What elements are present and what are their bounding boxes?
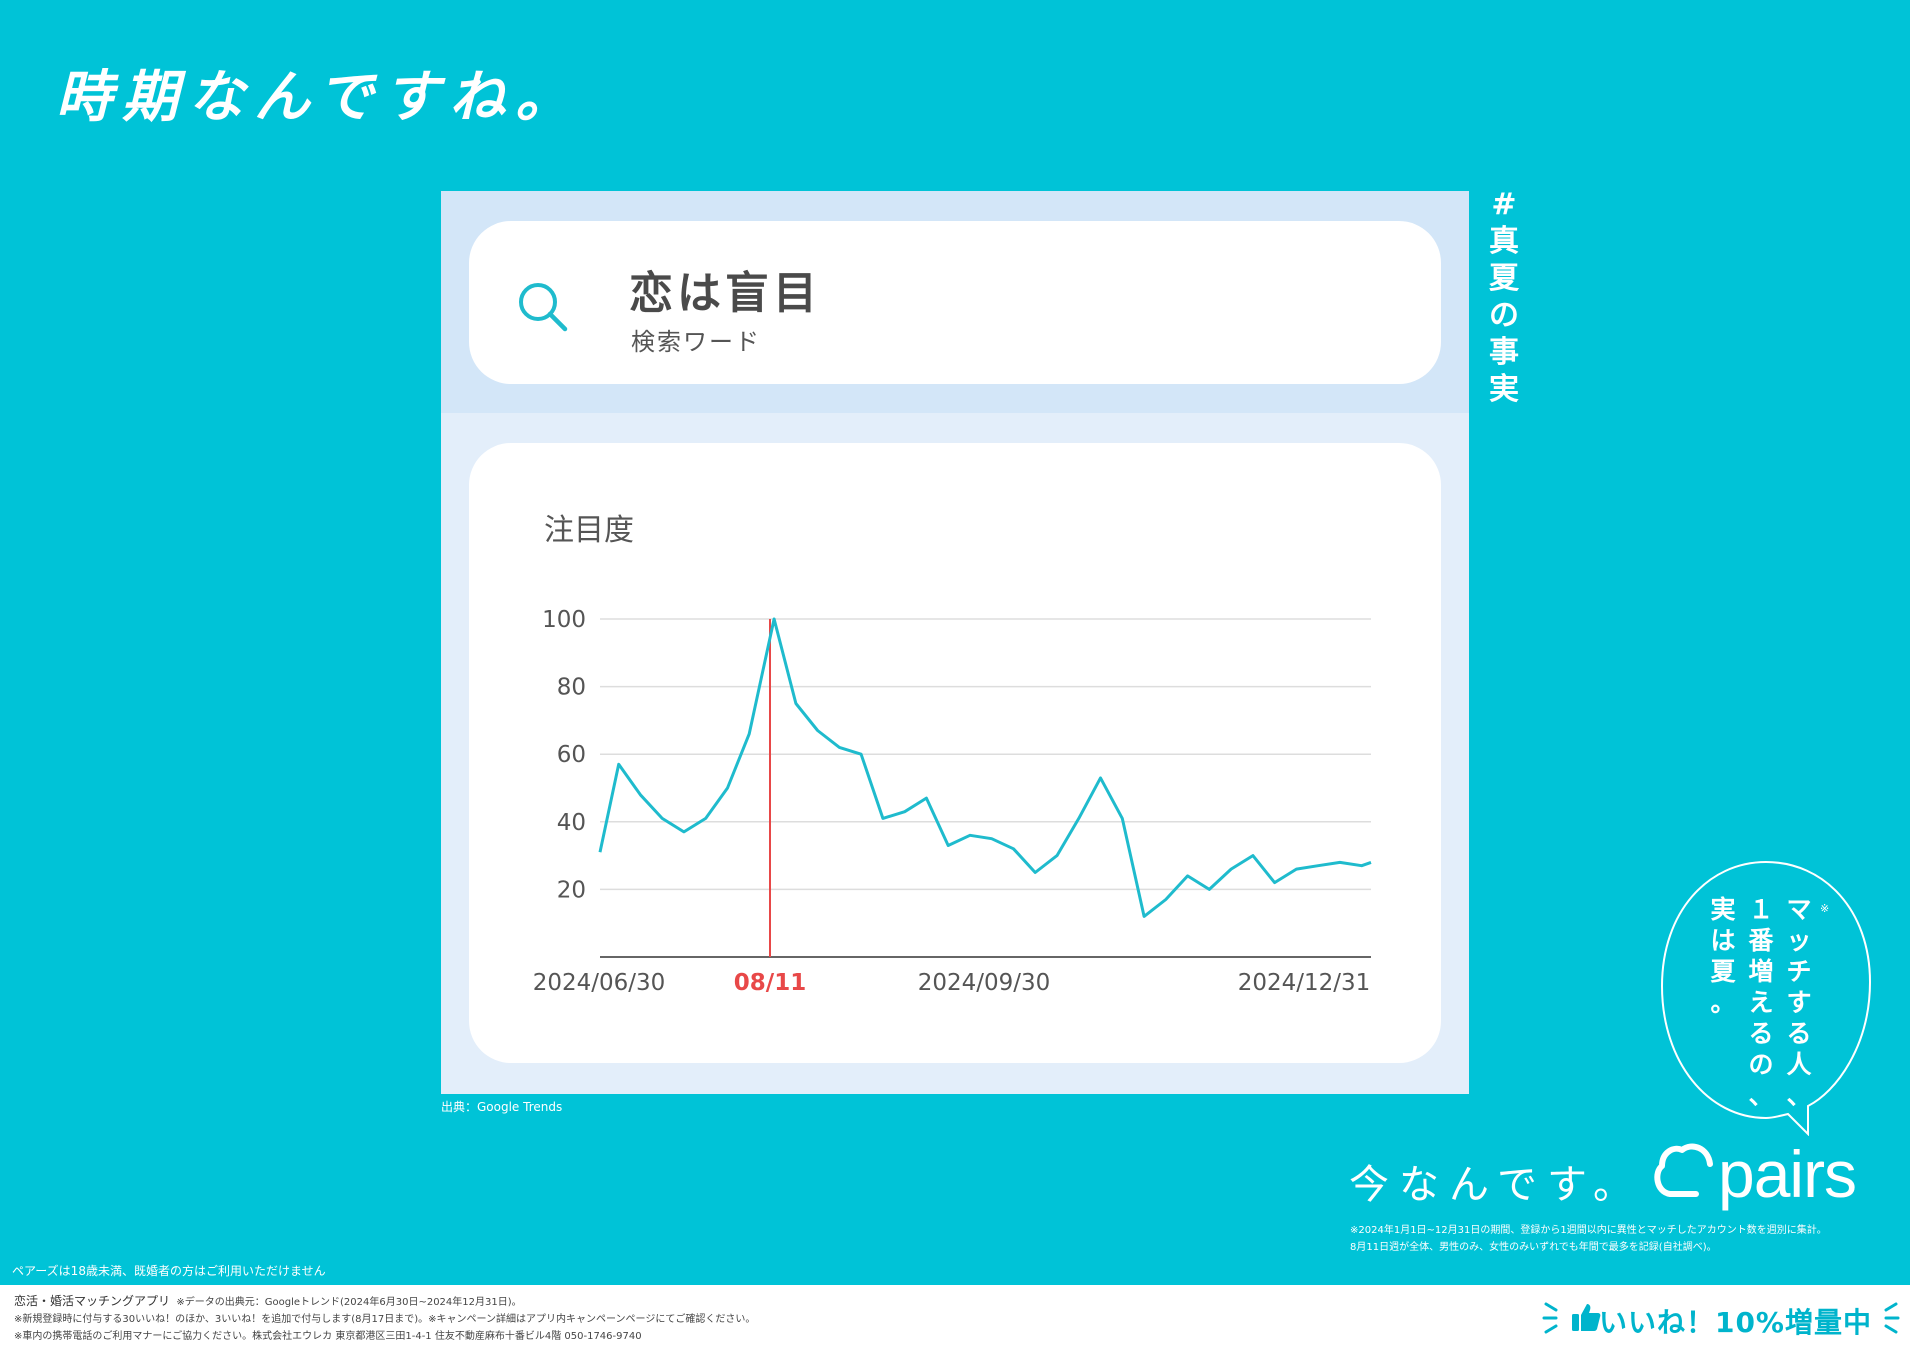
- trend-chart: 注目度 20 40 60 80 100 2024/06/30 08/11 2024/09/30 2…: [533, 513, 1372, 996]
- hashtag-char: 事: [1489, 335, 1519, 370]
- sparkle-right-icon: [1884, 1302, 1900, 1334]
- note-right-line-2: 8月11日週が全体、男性のみ、女性のみいずれでも年間で最多を記録(自社調べ)。: [1350, 1242, 1717, 1253]
- footer-lead: 恋活・婚活マッチングアプリ: [14, 1294, 171, 1308]
- tagline: 今なんです。: [1349, 1162, 1643, 1208]
- bubble-char: 人: [1786, 1050, 1812, 1079]
- footer-line-3: ※車内の携帯電話のご利用マナーにご協力ください。株式会社エウレカ 東京都港区三田…: [14, 1331, 642, 1342]
- note-right: ※2024年1月1日~12月31日の期間、登録から1週間以内に異性とマッチしたア…: [1350, 1222, 1890, 1256]
- bubble-note-mark: ※: [1820, 902, 1830, 915]
- y-tick-label: 60: [557, 742, 586, 768]
- bubble-char: １: [1748, 895, 1774, 924]
- bubble-line-1: マッチする人、: [1782, 894, 1816, 1111]
- y-tick-label: 80: [557, 675, 586, 701]
- bubble-char: 、: [1786, 1081, 1812, 1110]
- bubble-char: 番: [1748, 926, 1774, 955]
- note-right-line-1: ※2024年1月1日~12月31日の期間、登録から1週間以内に異性とマッチしたア…: [1350, 1225, 1827, 1236]
- x-tick-label: 2024/09/30: [918, 970, 1051, 996]
- y-tick-label: 40: [557, 810, 586, 836]
- hashtag-char: 夏: [1489, 261, 1519, 296]
- hashtag-char: #: [1491, 187, 1517, 222]
- bubble-char: 。: [1710, 988, 1736, 1017]
- bubble-char: る: [1786, 1019, 1812, 1048]
- bubble-char: は: [1710, 926, 1736, 955]
- bubble-char: の: [1748, 1050, 1774, 1079]
- y-tick-label: 100: [542, 607, 586, 633]
- x-tick-label: 2024/06/30: [533, 970, 666, 996]
- bubble-line-3: 実は夏。: [1706, 894, 1740, 1018]
- bubble-char: る: [1748, 1019, 1774, 1048]
- hashtag-char: の: [1489, 298, 1519, 333]
- bubble-char: ッ: [1786, 926, 1812, 955]
- promo-badge: いいね！10%増量中: [1598, 1306, 1872, 1339]
- source-credit: 出典：Google Trends: [441, 1100, 563, 1114]
- bubble-char: 実: [1710, 895, 1736, 924]
- bubble-char: す: [1786, 988, 1812, 1017]
- series-line: [598, 617, 1372, 918]
- footer-notes: 恋活・婚活マッチングアプリ ※データの出典元：Googleトレンド(2024年6…: [14, 1293, 755, 1345]
- y-tick-label: 20: [557, 877, 586, 903]
- bubble-line-2: １ 番増えるの、: [1744, 894, 1778, 1111]
- bubble-char: チ: [1786, 957, 1812, 986]
- footer-line-2: ※新規登録時に付与する30いいね！のほか、3いいね！を追加で付与します(8月17…: [14, 1314, 756, 1325]
- x-tick-label: 2024/12/31: [1238, 970, 1371, 996]
- sparkle-left-icon: [1542, 1302, 1558, 1334]
- bubble-char: 夏: [1710, 957, 1736, 986]
- bubble-char: 、: [1748, 1081, 1774, 1110]
- y-axis-label: 注目度: [544, 513, 634, 548]
- bubble-char: え: [1748, 988, 1774, 1017]
- highlight-date-label: 08/11: [734, 970, 806, 996]
- pairs-logo: pairs: [1718, 1137, 1857, 1211]
- footer-band: 恋活・婚活マッチングアプリ ※データの出典元：Googleトレンド(2024年6…: [0, 1285, 1910, 1350]
- bubble-char: マ: [1786, 895, 1812, 924]
- hashtag-char: 真: [1489, 224, 1519, 259]
- age-note: ペアーズは18歳未満、既婚者の方はご利用いただけません: [12, 1264, 326, 1278]
- headline: 時期なんですね。: [56, 64, 582, 130]
- thumbs-up-icon: [1572, 1304, 1601, 1331]
- hashtag-char: 実: [1489, 372, 1519, 407]
- footer-line-1: ※データの出典元：Googleトレンド(2024年6月30日~2024年12月3…: [176, 1297, 522, 1308]
- hashtag-vertical: # 真夏の事実: [1487, 186, 1521, 408]
- bubble-char: 増: [1748, 957, 1774, 986]
